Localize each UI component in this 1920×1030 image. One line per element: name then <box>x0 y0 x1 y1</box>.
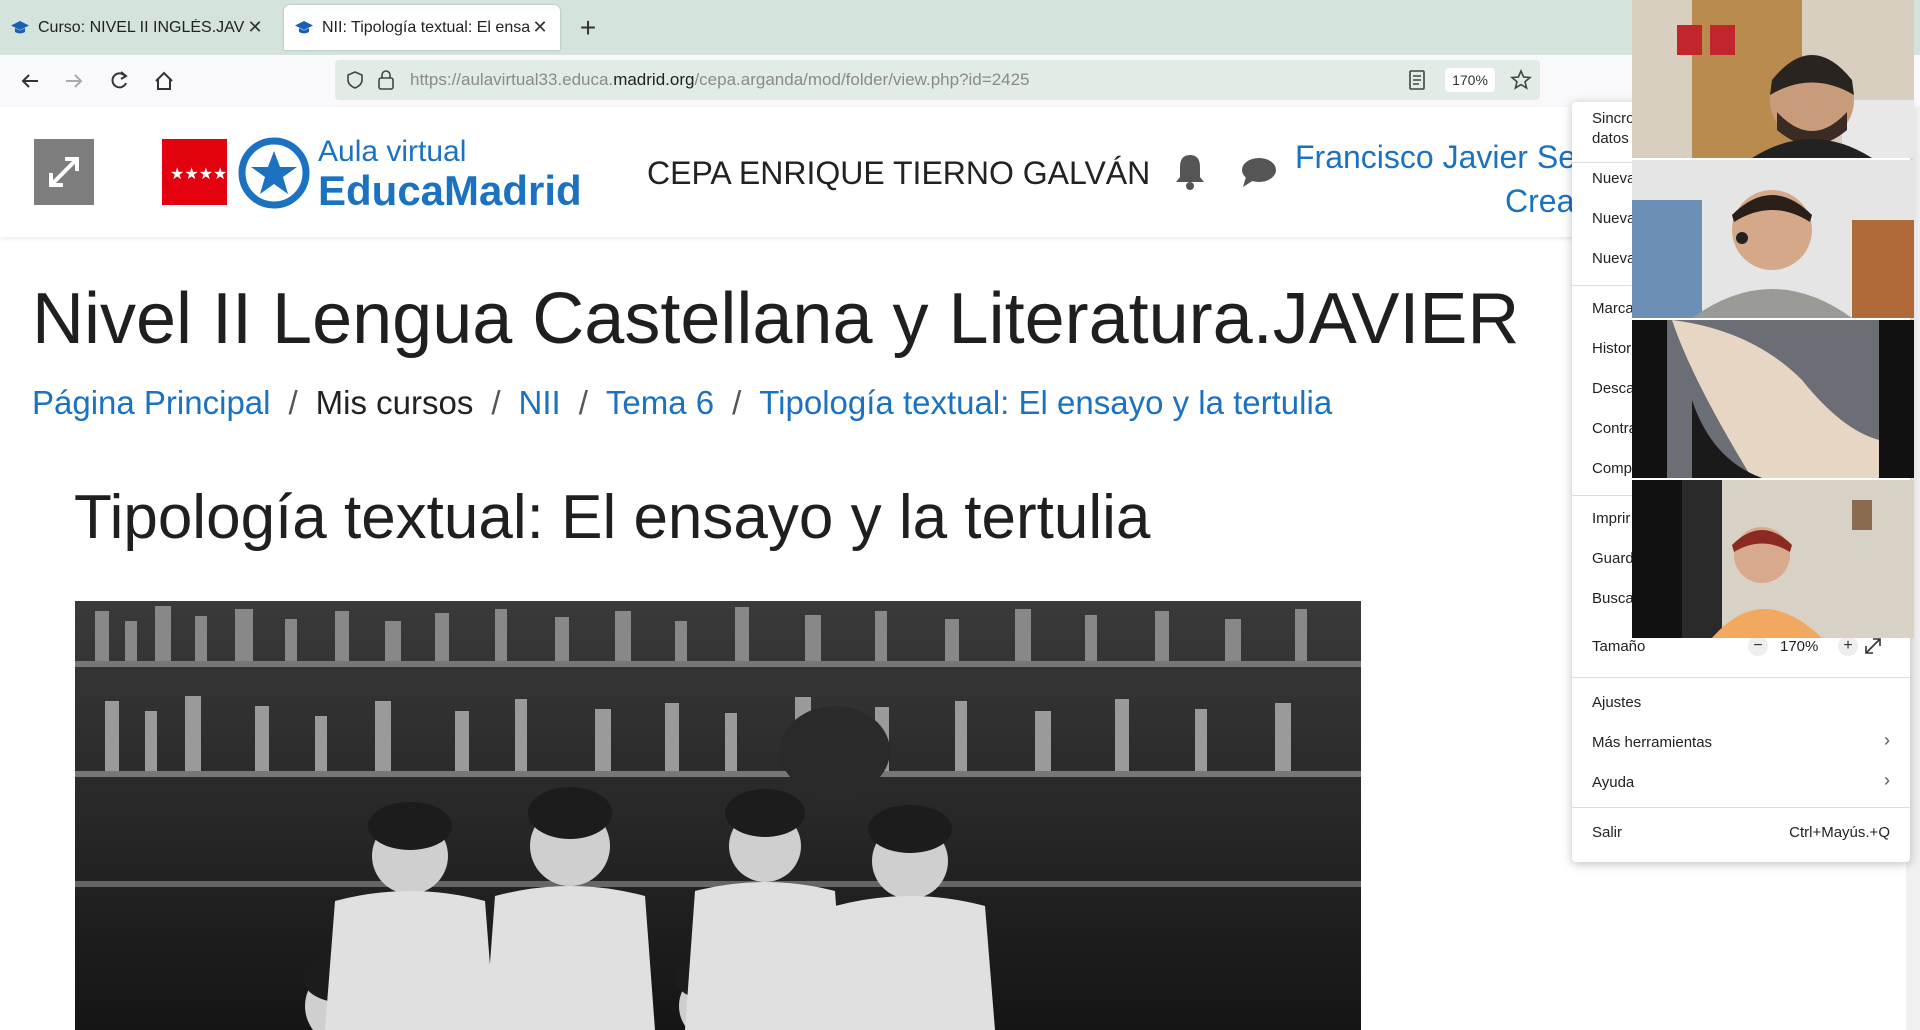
menu-sync-data[interactable]: datos <box>1592 130 1629 147</box>
logo-text-aula: Aula virtual <box>318 135 467 168</box>
page-heading: Tipología textual: El ensayo y la tertul… <box>74 483 1151 552</box>
zoom-value[interactable]: 170% <box>1780 638 1818 655</box>
menu-sync[interactable]: Sincro <box>1592 110 1635 127</box>
reload-icon <box>111 71 128 89</box>
zoom-in-button[interactable]: + <box>1838 636 1858 656</box>
menu-divider <box>1572 807 1910 808</box>
chevron-right-icon: › <box>1884 770 1890 790</box>
chat-icon[interactable] <box>1240 155 1278 189</box>
video-tile-participant-1[interactable] <box>1632 0 1914 158</box>
star-icon[interactable] <box>1510 69 1532 91</box>
breadcrumb-home[interactable]: Página Principal <box>32 384 270 421</box>
menu-divider <box>1572 677 1910 678</box>
lock-icon[interactable] <box>377 69 395 91</box>
breadcrumb-separator: / <box>578 384 588 421</box>
zoom-out-button[interactable]: − <box>1748 636 1768 656</box>
breadcrumb: Página Principal / Mis cursos / NII / Tema 6 / T… <box>32 384 1332 422</box>
expand-icon <box>49 157 79 187</box>
tab-tipologia[interactable]: NII: Tipología textual: El ensayo ✕ <box>284 5 560 50</box>
breadcrumb-current[interactable]: Tipología textual: El ensayo y la tertul… <box>759 384 1332 421</box>
menu-new-window[interactable]: Nueva <box>1592 210 1635 227</box>
menu-size-label: Tamaño <box>1592 638 1646 655</box>
menu-passwords[interactable]: Contra <box>1592 420 1637 437</box>
menu-settings[interactable]: Ajustes <box>1592 694 1641 711</box>
fullscreen-button[interactable] <box>34 139 94 205</box>
breadcrumb-section[interactable]: Tema 6 <box>606 384 714 421</box>
school-name: CEPA ENRIQUE TIERNO GALVÁN <box>647 155 1151 191</box>
menu-bookmarks[interactable]: Marca <box>1592 300 1634 317</box>
breadcrumb-course[interactable]: NII <box>519 384 561 421</box>
menu-find[interactable]: Busca <box>1592 590 1634 607</box>
tab-title: Curso: NIVEL II INGLÉS.JAVIER <box>38 18 245 36</box>
home-button[interactable] <box>148 65 180 97</box>
breadcrumb-my-courses: Mis cursos <box>315 384 474 421</box>
url-bar[interactable]: https://aulavirtual33.educa.madrid.org/c… <box>335 60 1540 100</box>
breadcrumb-separator: / <box>732 384 742 421</box>
menu-new-private-window[interactable]: Nueva <box>1592 250 1635 267</box>
zoom-level-badge[interactable]: 170% <box>1445 68 1495 92</box>
bell-icon[interactable] <box>1172 151 1208 191</box>
video-tile-participant-3[interactable] <box>1632 320 1914 478</box>
breadcrumb-separator: / <box>288 384 298 421</box>
logo-text-educamadrid: EducaMadrid <box>318 167 582 214</box>
arrow-right-icon <box>66 74 83 88</box>
tertulia-photo <box>75 601 1361 1030</box>
fullscreen-icon[interactable] <box>1864 637 1882 655</box>
menu-addons[interactable]: Comp <box>1592 460 1632 477</box>
menu-downloads[interactable]: Desca <box>1592 380 1635 397</box>
graduation-cap-icon <box>295 20 313 33</box>
video-tile-participant-2[interactable] <box>1632 160 1914 318</box>
shield-icon[interactable] <box>345 70 365 90</box>
new-tab-button[interactable]: + <box>573 10 603 45</box>
graduation-cap-icon <box>11 20 29 33</box>
menu-help[interactable]: Ayuda <box>1592 774 1634 791</box>
url-text[interactable]: https://aulavirtual33.educa.madrid.org/c… <box>410 70 1030 90</box>
educamadrid-star-logo <box>238 137 310 209</box>
close-icon[interactable]: ✕ <box>530 17 550 38</box>
tab-title: NII: Tipología textual: El ensayo <box>322 18 530 36</box>
madrid-flag-logo: ★★★★ <box>162 139 227 205</box>
menu-new-tab[interactable]: Nueva <box>1592 170 1635 187</box>
menu-more-tools[interactable]: Más herramientas <box>1592 734 1712 751</box>
arrow-left-icon <box>21 74 38 88</box>
breadcrumb-separator: / <box>491 384 501 421</box>
menu-history[interactable]: Histor <box>1592 340 1631 357</box>
menu-print[interactable]: Imprir <box>1592 510 1630 527</box>
menu-save[interactable]: Guard <box>1592 550 1634 567</box>
course-title: Nivel II Lengua Castellana y Literatura.… <box>32 279 1520 359</box>
chevron-right-icon: › <box>1884 730 1890 750</box>
home-icon <box>155 71 173 90</box>
tab-curso-ingles[interactable]: Curso: NIVEL II INGLÉS.JAVIER ✕ <box>0 5 275 50</box>
close-icon[interactable]: ✕ <box>245 17 265 38</box>
reload-button[interactable] <box>103 65 135 97</box>
video-tile-participant-4[interactable] <box>1632 480 1914 638</box>
reader-view-icon[interactable] <box>1408 69 1426 91</box>
svg-text:★★★★: ★★★★ <box>170 164 227 183</box>
menu-quit[interactable]: Salir <box>1592 824 1622 841</box>
forward-button[interactable] <box>58 65 90 97</box>
back-button[interactable] <box>14 65 46 97</box>
user-name[interactable]: Francisco Javier Ser <box>1295 139 1587 176</box>
menu-quit-shortcut: Ctrl+Mayús.+Q <box>1789 824 1890 841</box>
